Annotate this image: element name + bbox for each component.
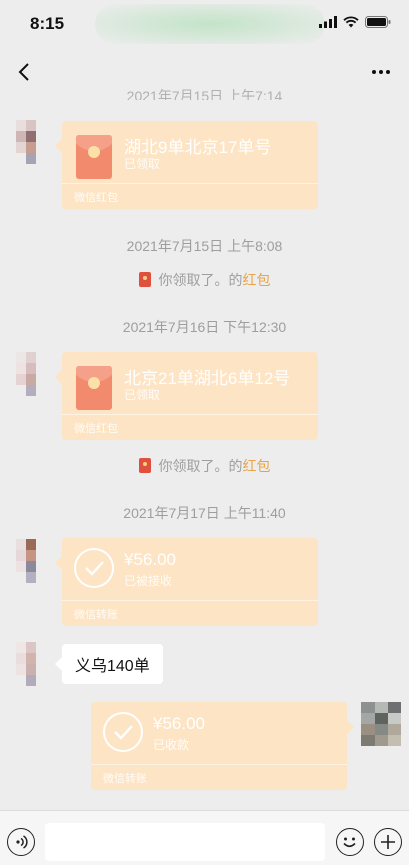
red-packet-footer: 微信红包 — [74, 192, 118, 204]
more-button[interactable] — [367, 58, 395, 86]
status-icons — [319, 16, 391, 28]
timestamp: 2021年7月17日 上午11:40 — [123, 505, 286, 521]
red-packet-icon — [138, 272, 151, 287]
status-bar: 8:15 — [0, 0, 409, 48]
red-packet-card[interactable]: 北京21单湖北6单12号 已领取 微信红包 — [55, 352, 318, 440]
back-arrow-icon — [18, 63, 29, 81]
system-notice: 你领取了。的红包 — [0, 456, 409, 476]
voice-button[interactable] — [7, 828, 35, 856]
status-time: 8:15 — [30, 14, 65, 33]
transfer-check-icon — [74, 548, 114, 588]
emoji-button[interactable] — [336, 828, 364, 856]
timestamp: 2021年7月16日 下午12:30 — [122, 319, 287, 335]
message-text: 义乌140单 — [75, 658, 150, 675]
emoji-icon — [343, 837, 356, 848]
red-packet-icon — [76, 366, 112, 410]
blurred-region — [95, 4, 325, 44]
voice-icon — [16, 835, 28, 849]
timestamp: 2021年7月15日 上午8:08 — [126, 238, 283, 254]
avatar[interactable] — [16, 352, 56, 396]
transfer-footer: 微信转账 — [103, 773, 147, 785]
red-packet-icon — [138, 458, 151, 473]
plus-icon — [381, 835, 395, 849]
notice-text: 你领取了 — [158, 272, 215, 288]
system-notice: 你领取了。的红包 — [0, 270, 409, 290]
timestamp: 2021年7月15日 上午7:14 — [126, 88, 283, 100]
red-packet-status: 已领取 — [124, 388, 161, 402]
transfer-status: 已收款 — [153, 738, 190, 752]
transfer-footer: 微信转账 — [74, 609, 118, 621]
text-message[interactable]: 义乌140单 — [55, 644, 163, 684]
signal-icon — [319, 16, 337, 28]
notice-text: 。的 — [214, 272, 243, 288]
avatar[interactable] — [16, 539, 56, 583]
avatar[interactable] — [16, 642, 56, 686]
red-packet-icon — [76, 135, 112, 179]
transfer-status: 已被接收 — [124, 574, 173, 588]
more-dots-icon — [372, 70, 390, 74]
transfer-card[interactable]: ¥56.00 已被接收 微信转账 — [55, 538, 318, 626]
red-packet-card[interactable]: 湖北9单北京17单号 已领取 微信红包 — [55, 121, 318, 209]
red-packet-status: 已领取 — [124, 157, 161, 171]
red-packet-link[interactable]: 红包 — [243, 458, 271, 474]
transfer-amount: ¥56.00 — [153, 714, 205, 733]
battery-icon — [365, 16, 391, 28]
transfer-card[interactable]: ¥56.00 已收款 微信转账 — [91, 702, 354, 790]
message-input[interactable] — [45, 823, 325, 861]
red-packet-footer: 微信红包 — [74, 423, 118, 435]
notice-text: 。的 — [214, 458, 243, 474]
avatar[interactable] — [16, 120, 56, 164]
wifi-icon — [343, 16, 359, 28]
red-packet-link[interactable]: 红包 — [243, 272, 271, 288]
plus-button[interactable] — [374, 828, 402, 856]
transfer-check-icon — [103, 712, 143, 752]
back-button[interactable] — [10, 58, 38, 86]
transfer-amount: ¥56.00 — [124, 550, 176, 569]
input-bar — [0, 810, 409, 865]
my-avatar[interactable] — [361, 702, 401, 746]
notice-text: 你领取了 — [158, 458, 215, 474]
